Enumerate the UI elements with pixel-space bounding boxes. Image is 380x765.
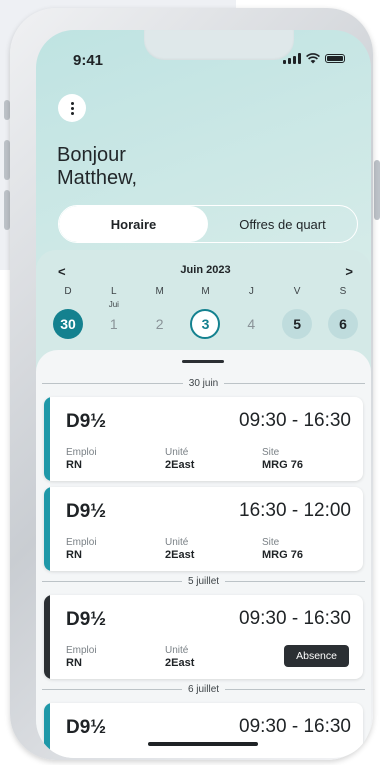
day-weekday: V xyxy=(293,286,301,297)
phone-power-button xyxy=(374,160,380,220)
calendar-day[interactable]: L Jui 1 xyxy=(96,286,132,339)
day-number: 4 xyxy=(247,316,256,332)
shift-status-stripe xyxy=(44,487,50,571)
day-month-label xyxy=(50,300,86,309)
emploi-value: RN xyxy=(66,549,82,561)
day-weekday: M xyxy=(201,286,210,297)
date-separator-label: 6 juillet xyxy=(187,683,220,695)
greeting: Bonjour Matthew, xyxy=(57,144,137,190)
day-month-label: Jui xyxy=(108,300,119,309)
greeting-line-1: Bonjour xyxy=(57,144,126,166)
day-weekday: L xyxy=(111,286,117,297)
calendar-day[interactable]: M 3 xyxy=(187,286,223,339)
shift-hours: 09:30 - 16:30 xyxy=(239,410,351,431)
day-month-label xyxy=(142,300,178,309)
shift-card[interactable]: D9½ 09:30 - 16:30 Emploi RN Unité 2East … xyxy=(44,595,363,679)
emploi-value: RN xyxy=(66,459,82,471)
tab-bar: Horaire Offres de quart xyxy=(58,205,358,243)
shift-code: D9½ xyxy=(66,609,107,630)
calendar-day[interactable]: J 4 xyxy=(233,286,269,339)
shift-code: D9½ xyxy=(66,501,107,522)
date-separator-label: 5 juillet xyxy=(187,575,220,587)
day-month-label xyxy=(279,300,315,309)
status-time: 9:41 xyxy=(73,52,104,69)
emploi-label: Emploi xyxy=(66,645,97,656)
day-weekday: M xyxy=(155,286,164,297)
prev-week-button[interactable]: < xyxy=(58,264,66,279)
date-separator-label: 30 juin xyxy=(188,377,219,389)
date-separator: 6 juillet xyxy=(42,682,365,696)
site-label: Site xyxy=(262,537,280,548)
shift-hours: 16:30 - 12:00 xyxy=(239,500,351,521)
shift-hours: 09:30 - 16:30 xyxy=(239,608,351,629)
tab-offres-de-quart[interactable]: Offres de quart xyxy=(208,206,357,242)
more-menu-button[interactable] xyxy=(58,94,86,122)
calendar-day[interactable]: S 6 xyxy=(325,286,361,339)
battery-icon xyxy=(325,54,345,63)
day-weekday: D xyxy=(64,286,72,297)
site-label: Site xyxy=(262,447,280,458)
status-icons xyxy=(283,53,345,64)
shift-hours: 09:30 - 16:30 xyxy=(239,716,351,737)
shift-card[interactable]: D9½ 09:30 - 16:30 Emploi RN Unité 2East … xyxy=(44,397,363,481)
day-number: 5 xyxy=(282,309,313,339)
calendar-month: Juin 2023 xyxy=(180,264,231,276)
day-number: 1 xyxy=(109,316,118,332)
unite-value: 2East xyxy=(165,657,195,669)
calendar-days: D 30 L Jui 1 M 2 M 3 J 4 V 5 S 6 xyxy=(50,286,361,339)
day-weekday: S xyxy=(339,286,347,297)
unite-value: 2East xyxy=(165,549,195,561)
shift-status-stripe xyxy=(44,397,50,481)
home-indicator[interactable] xyxy=(148,742,258,746)
calendar-day[interactable]: M 2 xyxy=(142,286,178,339)
site-value: MRG 76 xyxy=(262,549,303,561)
shift-card[interactable]: D9½ 16:30 - 12:00 Emploi RN Unité 2East … xyxy=(44,487,363,571)
day-month-label xyxy=(187,300,223,309)
greeting-name: Matthew, xyxy=(57,167,138,189)
calendar-day[interactable]: V 5 xyxy=(279,286,315,339)
notch xyxy=(144,30,294,60)
calendar-day[interactable]: D 30 xyxy=(50,286,86,339)
unite-label: Unité xyxy=(165,447,189,458)
day-number: 30 xyxy=(53,309,83,339)
site-value: MRG 76 xyxy=(262,459,303,471)
absence-badge: Absence xyxy=(284,645,349,667)
sheet-drag-handle[interactable] xyxy=(182,360,224,363)
shift-status-stripe xyxy=(44,595,50,679)
day-month-label xyxy=(233,300,269,309)
emploi-label: Emploi xyxy=(66,447,97,458)
unite-value: 2East xyxy=(165,459,195,471)
tab-horaire[interactable]: Horaire xyxy=(59,206,208,242)
unite-label: Unité xyxy=(165,645,189,656)
date-separator: 5 juillet xyxy=(42,574,365,588)
phone-frame: 9:41 Bonjour Matthew, Horaire Offres de … xyxy=(10,8,373,760)
emploi-label: Emploi xyxy=(66,537,97,548)
calendar-header: < Juin 2023 > xyxy=(58,264,353,279)
next-week-button[interactable]: > xyxy=(345,264,353,279)
shift-status-stripe xyxy=(44,703,50,758)
shift-list-sheet[interactable]: 30 juin D9½ 09:30 - 16:30 Emploi RN Unit… xyxy=(36,350,371,758)
app-screen: 9:41 Bonjour Matthew, Horaire Offres de … xyxy=(36,30,371,758)
unite-label: Unité xyxy=(165,537,189,548)
signal-icon xyxy=(283,53,301,64)
day-number: 3 xyxy=(190,309,221,339)
date-separator: 30 juin xyxy=(42,376,365,390)
shift-code: D9½ xyxy=(66,717,107,738)
day-weekday: J xyxy=(248,286,254,297)
emploi-value: RN xyxy=(66,657,82,669)
day-month-label xyxy=(325,300,361,309)
day-number: 6 xyxy=(327,309,358,339)
day-number: 2 xyxy=(155,316,164,332)
shift-code: D9½ xyxy=(66,411,107,432)
wifi-icon xyxy=(306,53,320,64)
shift-card[interactable]: D9½ 09:30 - 16:30 xyxy=(44,703,363,758)
